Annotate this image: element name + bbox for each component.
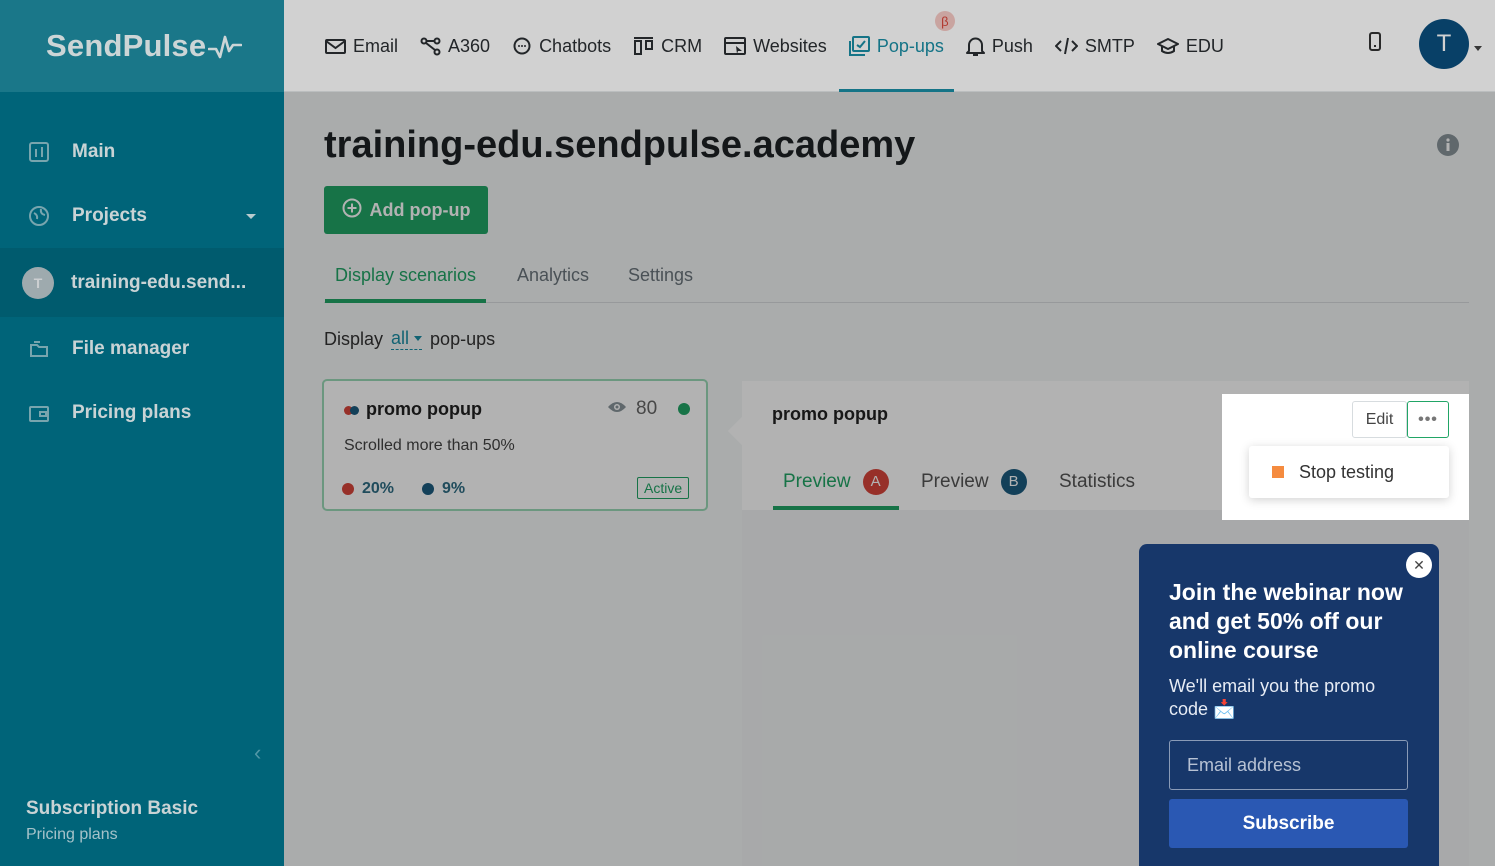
- widget-subtext: We'll email you the promo code 📩: [1169, 676, 1376, 719]
- dim-overlay-header: [284, 0, 1495, 92]
- stop-square-icon: [1272, 466, 1284, 478]
- highlighted-actions: Edit ••• Stop testing: [1222, 394, 1469, 520]
- edit-button[interactable]: Edit: [1352, 401, 1407, 438]
- more-options-button[interactable]: •••: [1407, 401, 1449, 438]
- more-options-menu: Stop testing: [1249, 446, 1449, 498]
- close-icon[interactable]: ✕: [1406, 552, 1432, 578]
- email-field[interactable]: [1169, 740, 1408, 790]
- popup-widget-preview: ✕ Join the webinar now and get 50% off o…: [1139, 544, 1439, 866]
- subscribe-button[interactable]: Subscribe: [1169, 799, 1408, 848]
- stop-testing-item[interactable]: Stop testing: [1299, 462, 1394, 483]
- dim-overlay-sidebar: [0, 0, 284, 866]
- widget-heading: Join the webinar now and get 50% off our…: [1169, 579, 1403, 663]
